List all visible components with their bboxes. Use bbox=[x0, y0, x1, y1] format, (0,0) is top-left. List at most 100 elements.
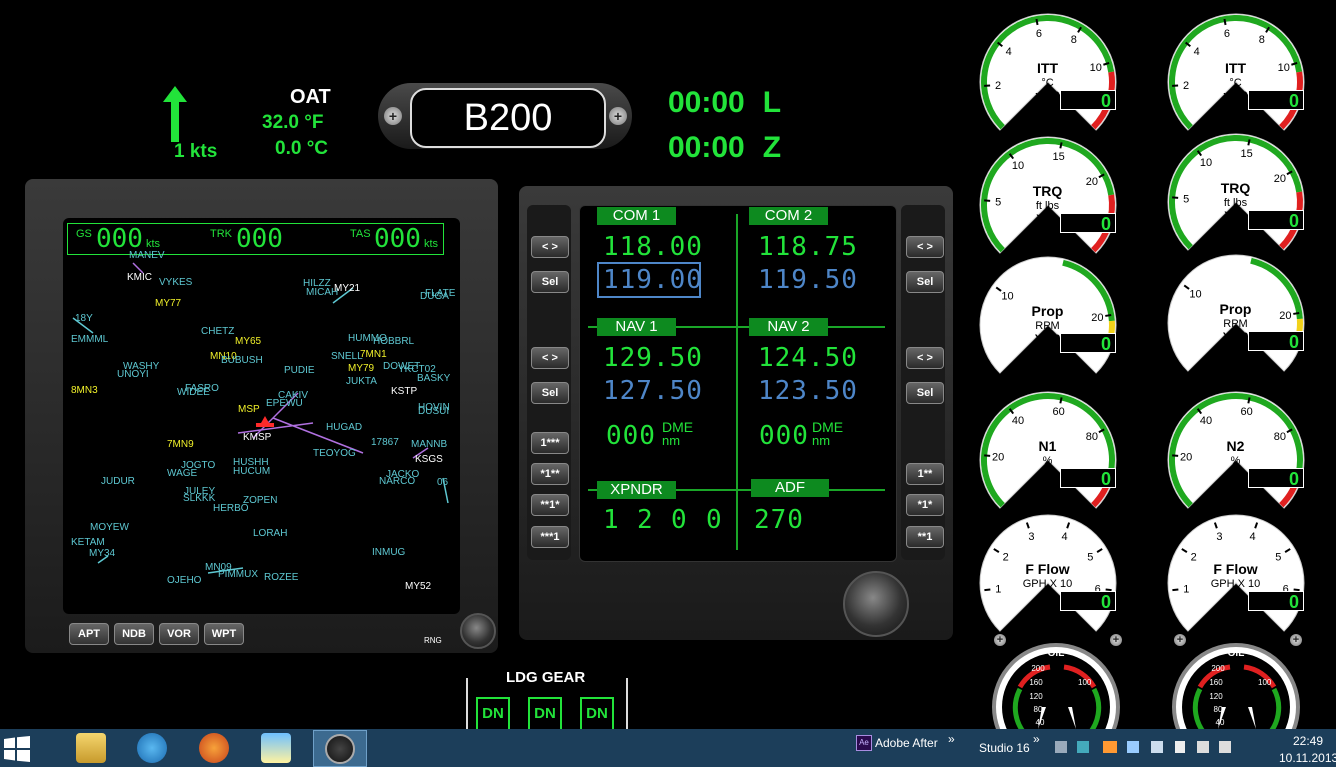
map-waypoint-label[interactable]: 8MN3 bbox=[71, 385, 98, 396]
adf-digit1-button[interactable]: 1** bbox=[906, 463, 944, 485]
map-waypoint-label[interactable]: BUBUSH bbox=[221, 355, 263, 366]
plus-icon[interactable]: + bbox=[994, 634, 1006, 646]
map-waypoint-label[interactable]: 18Y bbox=[75, 313, 93, 324]
map-waypoint-label[interactable]: HOBBRL bbox=[373, 336, 414, 347]
taskbar-app-after-effects[interactable]: Adobe After bbox=[875, 736, 938, 750]
map-waypoint-label[interactable]: KMIC bbox=[127, 272, 152, 283]
com2-sel-button[interactable]: Sel bbox=[906, 271, 944, 293]
map-waypoint-label[interactable]: EMMML bbox=[71, 334, 108, 345]
map-waypoint-label[interactable]: MY79 bbox=[348, 363, 374, 374]
map-waypoint-label[interactable]: DUSUI bbox=[418, 406, 449, 417]
map-waypoint-label[interactable]: OJEHO bbox=[167, 575, 201, 586]
nav2-swap-button[interactable]: < > bbox=[906, 347, 944, 369]
xpndr-digit[interactable]: 2 bbox=[637, 505, 654, 535]
map-waypoint-label[interactable]: NARCO bbox=[379, 476, 415, 487]
map-waypoint-label[interactable]: KMSP bbox=[243, 432, 271, 443]
map-waypoint-label[interactable]: MANEV bbox=[129, 250, 165, 261]
map-waypoint-label[interactable]: 06 bbox=[437, 477, 448, 488]
left-gear-indicator[interactable]: DN bbox=[528, 697, 562, 731]
plus-icon[interactable]: + bbox=[384, 107, 402, 125]
local-time[interactable]: 00:00 L bbox=[668, 86, 781, 120]
map-waypoint-label[interactable]: 7MN1 bbox=[360, 349, 387, 360]
map-waypoint-label[interactable]: SLKKK bbox=[183, 493, 215, 504]
map-waypoint-label[interactable]: KSTP bbox=[391, 386, 417, 397]
xpndr-digit4-button[interactable]: ***1 bbox=[531, 526, 569, 548]
apt-button[interactable]: APT bbox=[69, 623, 109, 645]
adf-digit2-button[interactable]: *1* bbox=[906, 494, 944, 516]
nav1-sel-button[interactable]: Sel bbox=[531, 382, 569, 404]
map-waypoint-label[interactable]: MY77 bbox=[155, 298, 181, 309]
clock-date[interactable]: 10.11.2013 bbox=[1279, 751, 1336, 765]
map-waypoint-label[interactable]: MY21 bbox=[334, 283, 360, 294]
map-waypoint-label[interactable]: MY52 bbox=[405, 581, 431, 592]
xpndr-digit[interactable]: 0 bbox=[671, 505, 688, 535]
map-waypoint-label[interactable]: TEOYOG bbox=[313, 448, 356, 459]
map-waypoint-label[interactable]: KSGS bbox=[415, 454, 443, 465]
map-waypoint-label[interactable]: BASKY bbox=[417, 373, 450, 384]
map-waypoint-label[interactable]: WAGE bbox=[167, 468, 197, 479]
after-effects-icon[interactable]: Ae bbox=[856, 735, 872, 751]
map-waypoint-label[interactable]: MY65 bbox=[235, 336, 261, 347]
map-waypoint-label[interactable]: HERBO bbox=[213, 503, 249, 514]
com1-sel-button[interactable]: Sel bbox=[531, 271, 569, 293]
map-waypoint-label[interactable]: PUDIE bbox=[284, 365, 315, 376]
map-waypoint-label[interactable]: EPEWU bbox=[266, 398, 303, 409]
range-knob[interactable] bbox=[460, 613, 496, 649]
xpndr-digit2-button[interactable]: *1** bbox=[531, 463, 569, 485]
map-waypoint-label[interactable]: HUCUM bbox=[233, 466, 270, 477]
map-waypoint-label[interactable]: MANNB bbox=[411, 439, 447, 450]
xpndr-digit[interactable]: 0 bbox=[706, 505, 723, 535]
map-waypoint-label[interactable]: PIMMUX bbox=[218, 569, 258, 580]
map-waypoint-label[interactable]: WIDEE bbox=[177, 387, 210, 398]
nose-gear-indicator[interactable]: DN bbox=[476, 697, 510, 731]
com1-swap-button[interactable]: < > bbox=[531, 236, 569, 258]
wpt-button[interactable]: WPT bbox=[204, 623, 244, 645]
adf-digit3-button[interactable]: **1 bbox=[906, 526, 944, 548]
tray-app-icon[interactable] bbox=[1127, 741, 1139, 753]
system-tray-icons[interactable] bbox=[1055, 741, 1235, 755]
map-waypoint-label[interactable]: INMUG bbox=[372, 547, 405, 558]
nav1-swap-button[interactable]: < > bbox=[531, 347, 569, 369]
map-waypoint-label[interactable]: HUGAD bbox=[326, 422, 362, 433]
clock-time[interactable]: 22:49 bbox=[1293, 734, 1323, 748]
ndb-button[interactable]: NDB bbox=[114, 623, 154, 645]
map-waypoint-label[interactable]: UNOYI bbox=[117, 369, 149, 380]
volume-icon[interactable] bbox=[1219, 741, 1231, 753]
nav2-sel-button[interactable]: Sel bbox=[906, 382, 944, 404]
xpndr-digit[interactable]: 1 bbox=[603, 505, 620, 535]
map-waypoint-label[interactable]: ROZEE bbox=[264, 572, 298, 583]
plus-icon[interactable]: + bbox=[1290, 634, 1302, 646]
internet-explorer-icon[interactable] bbox=[137, 733, 167, 763]
firefox-icon[interactable] bbox=[199, 733, 229, 763]
zulu-time[interactable]: 00:00 Z bbox=[668, 131, 781, 165]
xpndr-digit3-button[interactable]: **1* bbox=[531, 494, 569, 516]
taskbar-app-studio[interactable]: Studio 16 bbox=[979, 741, 1030, 755]
tray-app-icon[interactable] bbox=[1077, 741, 1089, 753]
chevron-icon[interactable]: » bbox=[948, 732, 955, 746]
flag-icon[interactable] bbox=[1175, 741, 1185, 753]
map-waypoint-label[interactable]: MOYEW bbox=[90, 522, 129, 533]
battery-icon[interactable] bbox=[1197, 741, 1209, 753]
map-waypoint-label[interactable]: JUDUR bbox=[101, 476, 135, 487]
map-waypoint-label[interactable]: CHETZ bbox=[201, 326, 234, 337]
com2-swap-button[interactable]: < > bbox=[906, 236, 944, 258]
map-waypoint-label[interactable]: 7MN9 bbox=[167, 439, 194, 450]
moving-map[interactable]: GS 000 kts TRK 000 TAS 000 kts MANEV KMIC… bbox=[63, 218, 460, 614]
map-waypoint-label[interactable]: KETAM bbox=[71, 537, 105, 548]
xpndr-digit1-button[interactable]: 1*** bbox=[531, 432, 569, 454]
tuning-knob[interactable] bbox=[843, 571, 909, 637]
active-app-button[interactable] bbox=[313, 730, 367, 767]
file-explorer-icon[interactable] bbox=[76, 733, 106, 763]
plus-icon[interactable]: + bbox=[609, 107, 627, 125]
map-waypoint-label[interactable]: JUKTA bbox=[346, 376, 377, 387]
map-waypoint-label[interactable]: MY34 bbox=[89, 548, 115, 559]
map-waypoint-label[interactable]: SNELL bbox=[331, 351, 363, 362]
tray-app-icon[interactable] bbox=[1103, 741, 1117, 753]
monitor-icon[interactable] bbox=[1055, 741, 1067, 753]
map-waypoint-label[interactable]: 17867 bbox=[371, 437, 399, 448]
network-icon[interactable] bbox=[1151, 741, 1163, 753]
plus-icon[interactable]: + bbox=[1110, 634, 1122, 646]
vor-button[interactable]: VOR bbox=[159, 623, 199, 645]
map-waypoint-label[interactable]: DUGA bbox=[420, 291, 449, 302]
right-gear-indicator[interactable]: DN bbox=[580, 697, 614, 731]
